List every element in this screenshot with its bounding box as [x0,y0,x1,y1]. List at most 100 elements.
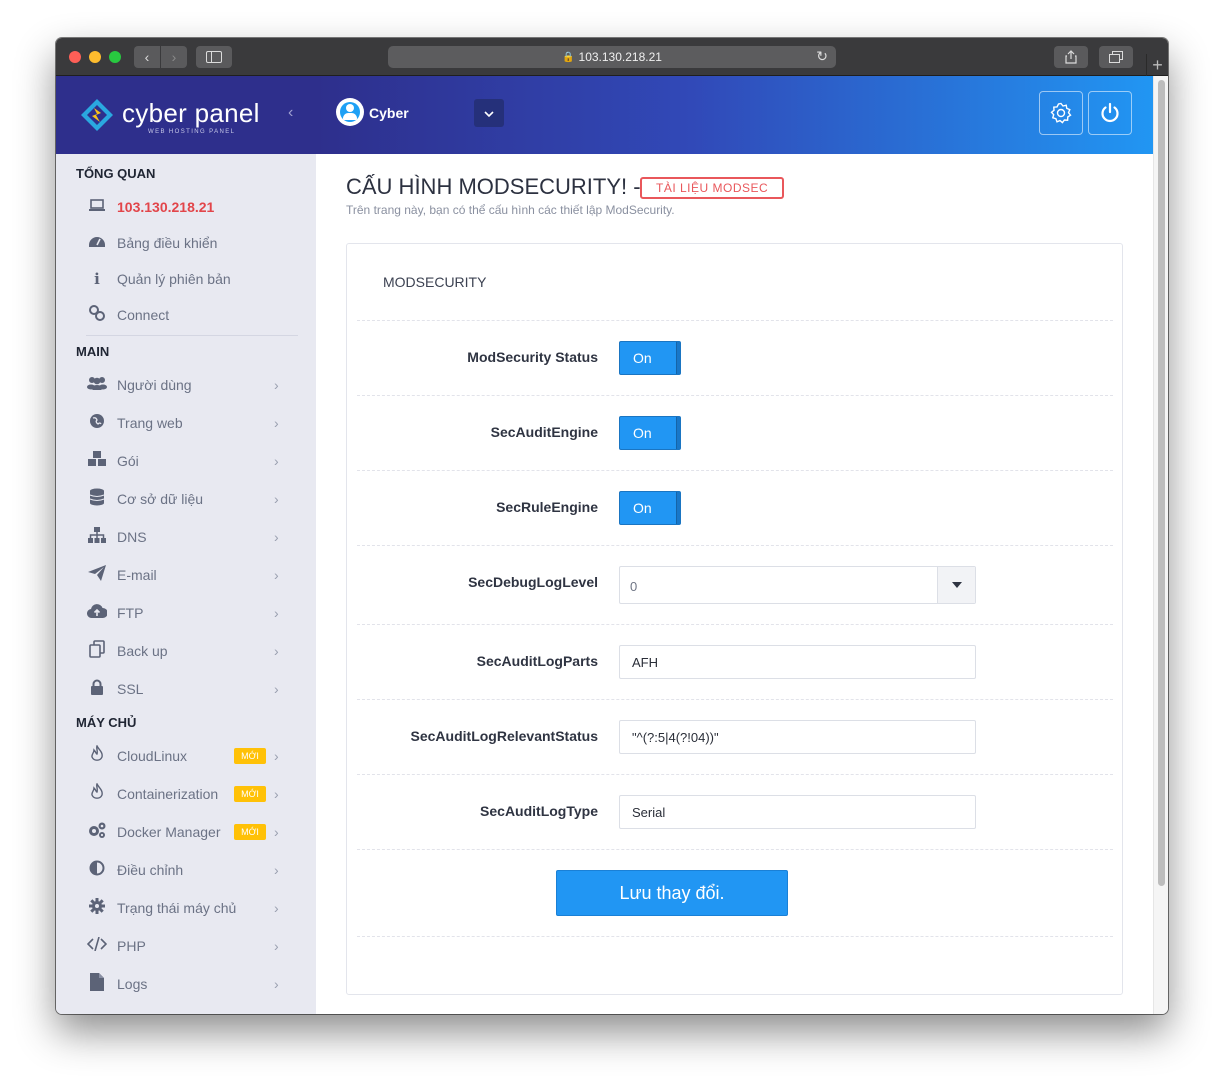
power-icon [1101,102,1119,123]
avatar[interactable] [336,98,364,126]
sidebar-item-packages[interactable]: Gói › [56,445,316,477]
sidebar-item-label: Gói [117,453,139,469]
cubes-icon [86,450,108,472]
sidebar: cyber panel WEB HOSTING PANEL ‹ TỔNG QUA… [56,76,316,1014]
toggle-label: On [633,425,652,441]
forward-button[interactable]: › [161,46,187,68]
sidebar-item-connect[interactable]: Connect [56,299,316,331]
row-divider [357,849,1113,850]
user-menu-dropdown[interactable] [474,99,504,127]
sidebar-item-server-status[interactable]: Trạng thái máy chủ › [56,892,316,924]
sidebar-item-label: Người dùng [117,377,192,393]
page-scrollbar[interactable] [1153,76,1168,1014]
chevron-right-icon: › [274,491,279,507]
chevron-right-icon: › [274,643,279,659]
logout-button[interactable] [1088,91,1132,135]
sidebar-item-backup[interactable]: Back up › [56,635,316,667]
tabs-icon [1109,51,1123,63]
sidebar-divider [86,335,298,336]
sidebar-item-ssl[interactable]: SSL › [56,673,316,705]
sidebar-item-ftp[interactable]: FTP › [56,597,316,629]
sidebar-item-containerization[interactable]: Containerization MỚI › [56,778,316,810]
secauditengine-label: SecAuditEngine [490,424,598,440]
close-window-button[interactable] [69,51,81,63]
back-button[interactable]: ‹ [134,46,160,68]
page-title: CẤU HÌNH MODSECURITY! - [346,174,641,199]
secruleengine-toggle[interactable]: On [619,491,681,525]
row-divider [357,774,1113,775]
sidebar-item-label: 103.130.218.21 [117,199,215,215]
sidebar-item-php[interactable]: PHP › [56,930,316,962]
toggle-label: On [633,350,652,366]
collapse-sidebar-icon[interactable]: ‹ [288,104,293,122]
file-icon [86,973,108,995]
lock-icon [86,679,108,699]
gear-icon [86,898,108,918]
user-icon [346,104,354,112]
sidebar-item-logs[interactable]: Logs › [56,968,316,1000]
user-name[interactable]: Cyber [369,105,409,121]
cyberpanel-app: cyber panel WEB HOSTING PANEL ‹ TỔNG QUA… [56,76,1168,1014]
secauditlogrelevantstatus-input[interactable]: "^(?:5|4(?!04))" [619,720,976,754]
sidebar-item-dns[interactable]: DNS › [56,521,316,553]
chevron-right-icon: › [274,377,279,393]
sidebar-item-label: Cơ sở dữ liệu [117,491,204,507]
cogs-icon [86,821,108,843]
sidebar-item-label: Containerization [117,786,219,802]
modsecurity-status-label: ModSecurity Status [467,349,598,365]
row-divider [357,699,1113,700]
row-divider [357,936,1113,937]
sidebar-item-email[interactable]: E-mail › [56,559,316,591]
row-divider [357,395,1113,396]
select-value: 0 [630,579,638,594]
sidebar-item-version[interactable]: i Quản lý phiên bản [56,263,316,295]
secruleengine-label: SecRuleEngine [496,499,598,515]
new-badge: MỚI [234,748,266,764]
sidebar-item-websites[interactable]: Trang web › [56,407,316,439]
sidebar-toggle-button[interactable] [196,46,232,68]
chevron-right-icon: › [274,529,279,545]
tabs-overview-button[interactable] [1099,46,1133,68]
main-content: CẤU HÌNH MODSECURITY! - TÀI LIỆU MODSEC … [316,154,1153,1014]
address-bar[interactable]: 🔒 103.130.218.21 ↻ [388,46,836,68]
sidebar-item-dashboard[interactable]: Bảng điều khiển [56,227,316,259]
sidebar-item-databases[interactable]: Cơ sở dữ liệu › [56,483,316,515]
secauditlogtype-input[interactable]: Serial [619,795,976,829]
gear-icon [1050,102,1072,124]
modsecurity-status-toggle[interactable]: On [619,341,681,375]
sidebar-item-label: Quản lý phiên bản [117,271,231,287]
sidebar-item-tuning[interactable]: Điều chỉnh › [56,854,316,886]
sidebar-item-server-ip[interactable]: 103.130.218.21 [56,191,316,223]
zoom-window-button[interactable] [109,51,121,63]
row-divider [357,470,1113,471]
cyberpanel-logo-icon [81,99,113,131]
modsecurity-panel: MODSECURITY ModSecurity Status On SecAud… [346,243,1123,995]
new-badge: MỚI [234,824,266,840]
sidebar-item-label: Bảng điều khiển [117,235,218,251]
new-tab-button[interactable]: + [1146,54,1168,76]
sidebar-item-docker-manager[interactable]: Docker Manager MỚI › [56,816,316,848]
select-toggle[interactable] [937,567,975,603]
secauditlogparts-input[interactable]: AFH [619,645,976,679]
reload-icon[interactable]: ↻ [816,48,828,65]
chevron-right-icon: › [274,567,279,583]
sitemap-icon [86,527,108,547]
share-button[interactable] [1054,46,1088,68]
sidebar-item-cloudlinux[interactable]: CloudLinux MỚI › [56,740,316,772]
globe-icon [86,413,108,433]
minimize-window-button[interactable] [89,51,101,63]
secauditengine-toggle[interactable]: On [619,416,681,450]
chevron-right-icon: › [274,786,279,802]
sidebar-item-users[interactable]: Người dùng › [56,369,316,401]
modsec-docs-link[interactable]: TÀI LIỆU MODSEC [640,177,785,199]
settings-button[interactable] [1039,91,1083,135]
chevron-right-icon: › [274,824,279,840]
section-title-server: MÁY CHỦ [76,715,137,730]
panel-title: MODSECURITY [383,274,487,290]
save-changes-button[interactable]: Lưu thay đổi. [556,870,788,916]
sidebar-item-label: Docker Manager [117,824,221,840]
sidebar-item-label: Back up [117,643,168,659]
scrollbar-thumb[interactable] [1158,80,1165,886]
secdebugloglevel-select[interactable]: 0 [619,566,976,604]
chevron-right-icon: › [274,415,279,431]
